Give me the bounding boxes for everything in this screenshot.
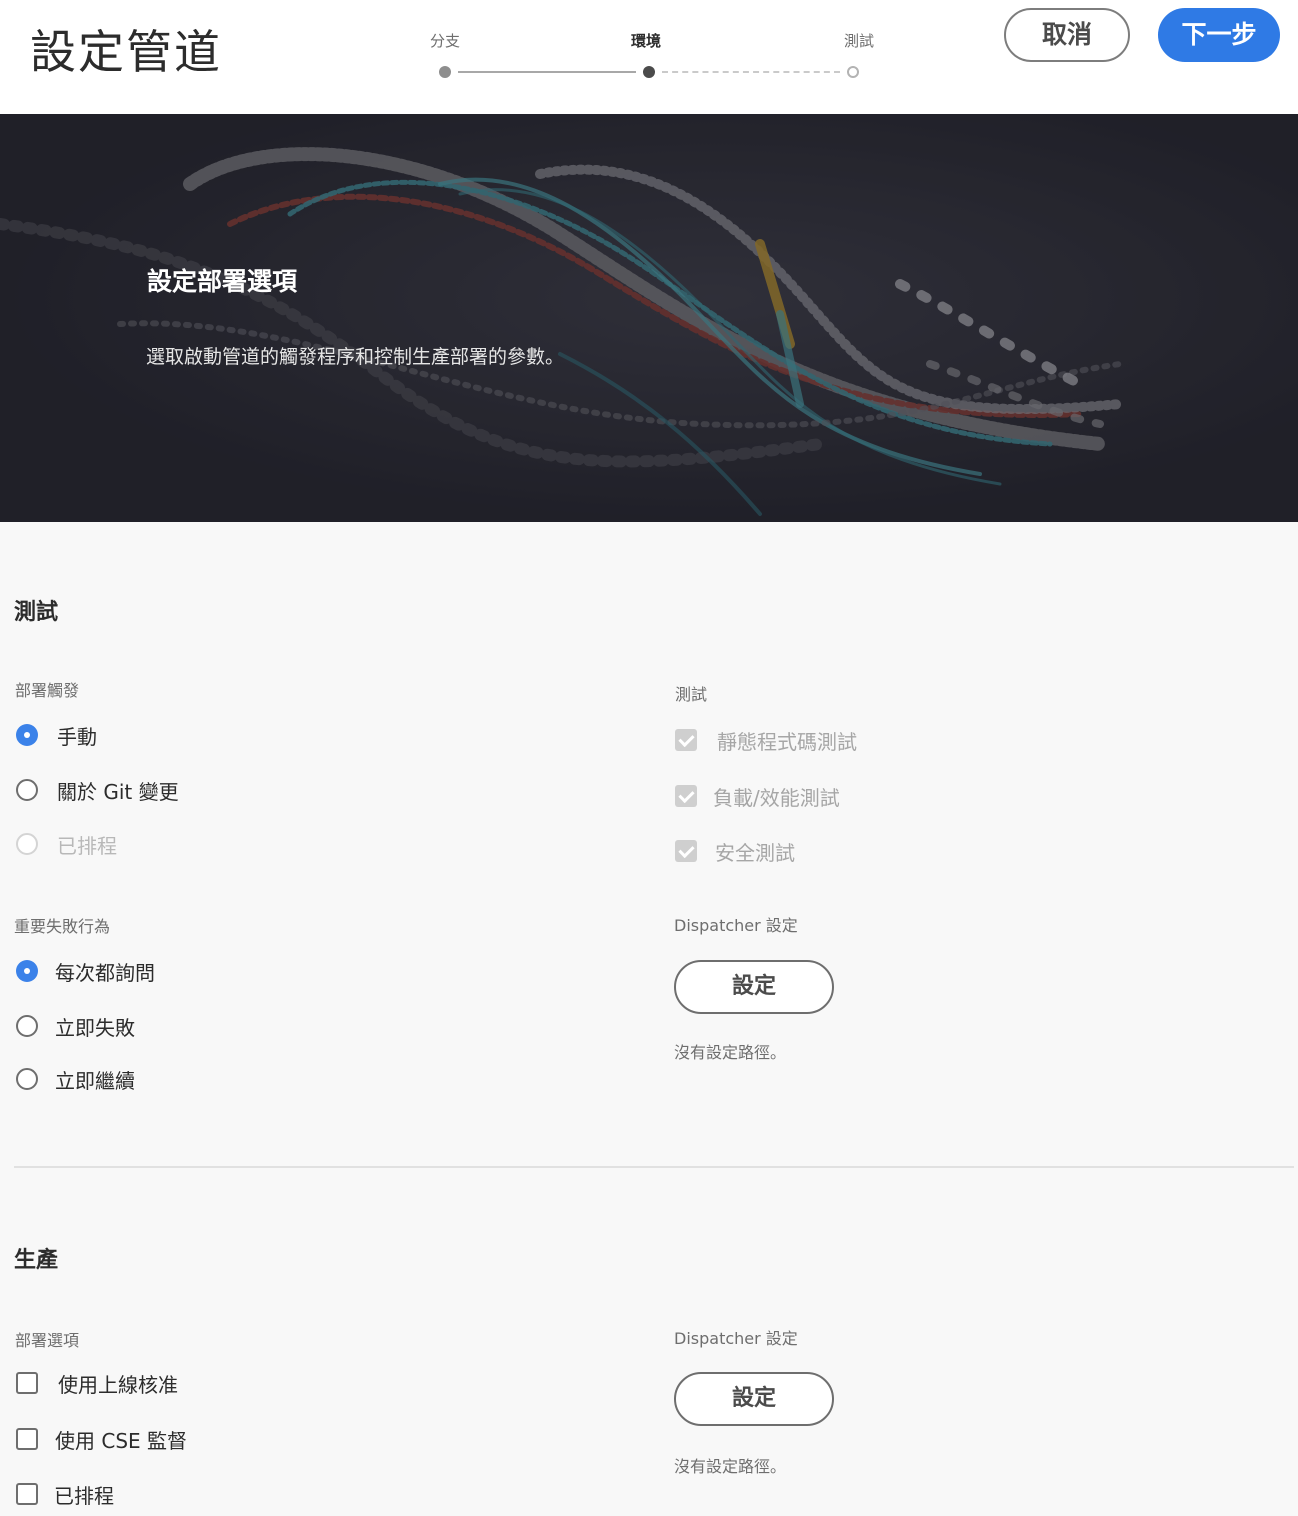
hero-banner: 設定部署選項 選取啟動管道的觸發程序和控制生產部署的參數。 [0,114,1298,522]
tests-label: 測試 [675,685,708,704]
checkbox[interactable] [16,1372,38,1394]
hero-title: 設定部署選項 [147,267,298,296]
checkbox-label: 安全測試 [715,840,795,865]
radio-button[interactable] [16,960,38,982]
failure-behavior-label: 重要失敗行為 [14,917,111,936]
step-dot-environment [643,66,655,78]
progress-stepper: 分支 環境 測試 [420,28,880,88]
step-dot-branch [439,66,451,78]
radio-button[interactable] [16,779,38,801]
checkbox-scheduled[interactable]: 已排程 [16,1479,114,1509]
radio-trigger-scheduled: 已排程 [16,829,117,859]
checkbox-disabled-checked [675,785,697,807]
radio-label: 關於 Git 變更 [57,779,179,804]
radio-trigger-manual[interactable]: 手動 [16,720,97,750]
radio-label: 立即繼續 [55,1068,135,1093]
radio-failure-ask-every-time[interactable]: 每次都詢問 [16,956,155,986]
radio-trigger-git-change[interactable]: 關於 Git 變更 [16,775,179,805]
checkbox-label: 靜態程式碼測試 [717,729,857,754]
step-dot-test [847,66,859,78]
cancel-button[interactable]: 取消 [1004,8,1130,62]
step-label-environment: 環境 [631,32,662,50]
checkbox-label: 使用 CSE 監督 [55,1428,188,1453]
checkbox[interactable] [16,1483,38,1505]
radio-button-disabled [16,833,38,855]
radio-button[interactable] [16,724,38,746]
header: 設定管道 分支 環境 測試 取消 下一步 [0,0,1298,114]
radio-label: 立即失敗 [55,1015,135,1040]
radio-button[interactable] [16,1015,38,1037]
radio-label: 每次都詢問 [55,960,155,985]
section-divider [14,1166,1294,1168]
checkbox-go-live-approval[interactable]: 使用上線核准 [16,1368,178,1398]
step-label-branch: 分支 [430,32,461,50]
radio-failure-fail-immediately[interactable]: 立即失敗 [16,1011,135,1041]
checkbox-security-test: 安全測試 [675,836,795,866]
step-connector-pending [662,71,840,73]
radio-label: 手動 [57,724,97,749]
dispatcher-configure-button-production[interactable]: 設定 [674,1372,834,1426]
hero-background-image [0,114,1298,522]
step-label-test: 測試 [844,32,875,50]
dispatcher-config-label: Dispatcher 設定 [674,916,798,935]
checkbox[interactable] [16,1428,38,1450]
radio-failure-continue-immediately[interactable]: 立即繼續 [16,1064,135,1094]
section-title-staging: 測試 [14,600,59,625]
checkbox-disabled-checked [675,840,697,862]
checkbox-label: 負載/效能測試 [713,785,840,810]
deployment-options-label: 部署選項 [15,1331,80,1350]
checkbox-cse-oversight[interactable]: 使用 CSE 監督 [16,1424,187,1454]
deployment-trigger-label: 部署觸發 [15,681,80,700]
section-title-production: 生產 [14,1248,59,1273]
dispatcher-configure-button[interactable]: 設定 [674,960,834,1014]
next-button[interactable]: 下一步 [1158,8,1280,62]
dispatcher-config-label-production: Dispatcher 設定 [674,1329,798,1348]
dispatcher-path-note-production: 沒有設定路徑。 [674,1457,787,1476]
hero-description: 選取啟動管道的觸發程序和控制生產部署的參數。 [146,346,565,368]
page-title: 設定管道 [30,25,222,79]
radio-button[interactable] [16,1068,38,1090]
checkbox-label: 已排程 [54,1483,114,1508]
radio-label: 已排程 [57,833,117,858]
dispatcher-path-note: 沒有設定路徑。 [674,1043,787,1062]
checkbox-load-performance-test: 負載/效能測試 [675,781,840,811]
checkbox-label: 使用上線核准 [58,1372,178,1397]
checkbox-disabled-checked [675,729,697,751]
checkbox-static-code-test: 靜態程式碼測試 [675,725,857,755]
step-connector-complete [458,71,636,73]
